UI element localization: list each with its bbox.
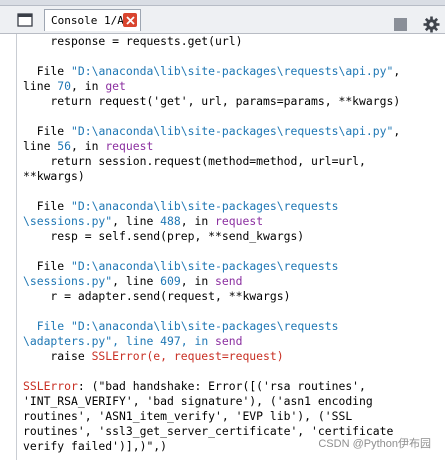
console-tab-bar: Console 1/A	[0, 6, 445, 34]
stop-icon[interactable]	[394, 18, 407, 31]
traceback-file-line: File "D:\anaconda\lib\site-packages\requ…	[23, 319, 339, 333]
traceback-file-line: File "D:\anaconda\lib\site-packages\requ…	[23, 199, 339, 213]
console-window-icon[interactable]	[17, 13, 33, 27]
traceback-line: return session.request(method=method, ur…	[23, 154, 366, 168]
tab-console-1a[interactable]: Console 1/A	[44, 9, 141, 31]
traceback-line: raise SSLError(e, request=request)	[23, 349, 284, 363]
traceback-location: \sessions.py", line 609, in send	[23, 274, 243, 288]
traceback-file-line: File "D:\anaconda\lib\site-packages\requ…	[23, 124, 401, 138]
error-message: 'INT_RSA_VERIFY', 'bad signature'), ('as…	[23, 394, 373, 408]
traceback-location: \sessions.py", line 488, in request	[23, 214, 264, 228]
error-message: verify failed')],)",)	[23, 439, 168, 453]
traceback-location: line 56, in request	[23, 139, 154, 153]
watermark: CSDN @Python伊布园	[316, 435, 433, 451]
tab-label: Console 1/A	[51, 14, 124, 27]
gear-icon[interactable]	[423, 16, 440, 33]
traceback-line: r = adapter.send(request, **kwargs)	[23, 289, 291, 303]
traceback-location: line 70, in get	[23, 79, 126, 93]
error-message: SSLError: ("bad handshake: Error([('rsa …	[23, 379, 366, 393]
traceback-line: return request('get', url, params=params…	[23, 94, 401, 108]
traceback-file-line: File "D:\anaconda\lib\site-packages\requ…	[23, 259, 339, 273]
error-message: routines', 'ASN1_item_verify', 'EVP lib'…	[23, 409, 353, 423]
close-icon[interactable]	[123, 13, 137, 27]
traceback-location: \adapters.py", line 497, in send	[23, 334, 243, 348]
console-output[interactable]: response = requests.get(url) File "D:\an…	[19, 35, 445, 460]
traceback-line: **kwargs)	[23, 169, 85, 183]
traceback-file-line: File "D:\anaconda\lib\site-packages\requ…	[23, 64, 401, 78]
traceback-line: resp = self.send(prep, **send_kwargs)	[23, 229, 305, 243]
console-left-border	[16, 34, 17, 460]
traceback-line: response = requests.get(url)	[23, 35, 243, 48]
